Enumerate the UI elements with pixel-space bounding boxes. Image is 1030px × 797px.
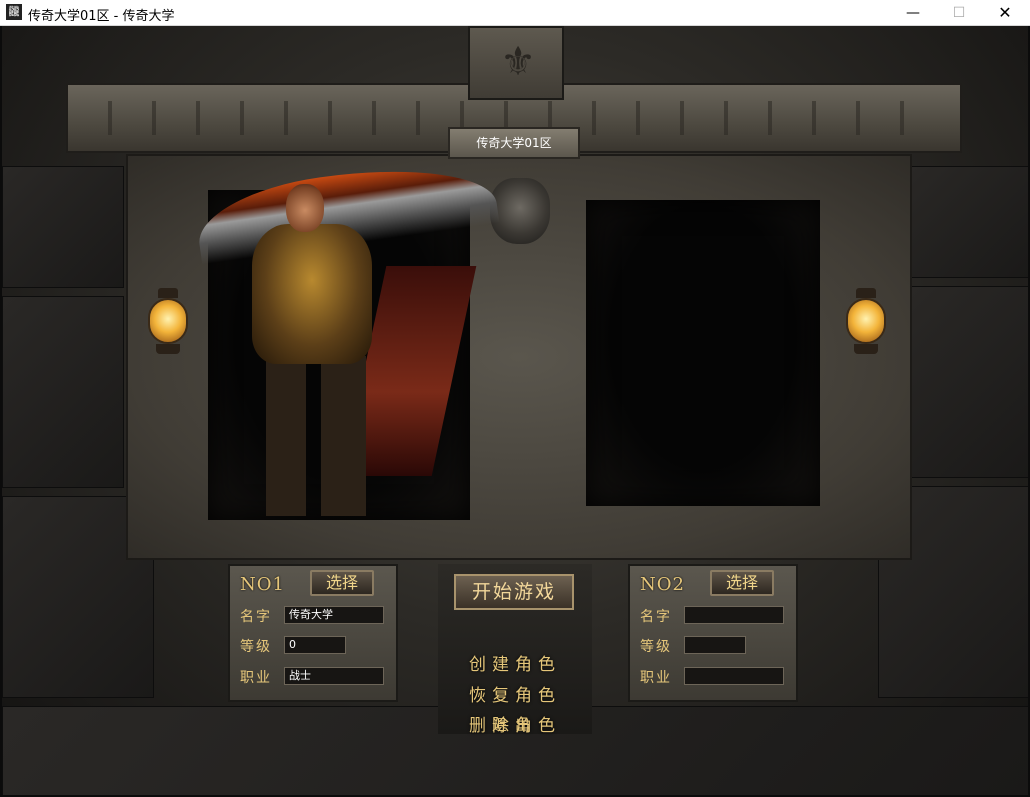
fleur-de-lis-icon: ⚜ — [500, 39, 536, 85]
stone-block — [908, 166, 1028, 278]
create-role-button[interactable]: 创建角色 — [438, 650, 592, 675]
character-head — [286, 184, 324, 232]
slot-2-select-button[interactable]: 选择 — [710, 570, 774, 596]
restore-role-button[interactable]: 恢复角色 — [438, 681, 592, 706]
slot-1-class-value: 战士 — [284, 667, 384, 685]
character-legs — [266, 356, 366, 516]
slot-2-name-label: 名字 — [640, 609, 672, 625]
slot-1-class-label: 职业 — [240, 670, 272, 686]
slot-2-panel: NO2 选择 名字 等级 职业 — [628, 564, 798, 702]
app-icon: 龖 — [6, 4, 22, 20]
character-armor — [252, 224, 372, 364]
main-menu: 开始游戏 创建角色 恢复角色 删除角色 — [438, 564, 592, 736]
window-titlebar: 龖 传奇大学01区 - 传奇大学 — ☐ ✕ — [0, 0, 1030, 26]
stone-block — [908, 286, 1028, 478]
keystone: ⚜ — [468, 26, 564, 100]
slot-1-name-value: 传奇大学 — [284, 606, 384, 624]
slot-2-class-value — [684, 667, 784, 685]
slot-1-level-value: 0 — [284, 636, 346, 654]
minimize-button[interactable]: — — [890, 0, 936, 26]
server-name-plate: 传奇大学01区 — [448, 127, 580, 159]
exit-button[interactable]: 退出 — [438, 714, 592, 735]
maximize-button[interactable]: ☐ — [936, 0, 982, 26]
lantern-icon — [146, 288, 190, 358]
character-select-screen: ⚜ 传奇大学01区 NO1 选择 名字 传奇大学 等级 0 职业 战士 开始游戏… — [2, 26, 1028, 795]
character-alcove-2[interactable] — [586, 200, 820, 506]
slot-1-level-label: 等级 — [240, 639, 272, 655]
close-button[interactable]: ✕ — [982, 0, 1028, 26]
lion-head-ornament — [490, 178, 550, 244]
slot-2-class-label: 职业 — [640, 670, 672, 686]
slot-1-panel: NO1 选择 名字 传奇大学 等级 0 职业 战士 — [228, 564, 398, 702]
slot-2-name-value — [684, 606, 784, 624]
window-title: 传奇大学01区 - 传奇大学 — [28, 9, 175, 24]
slot-2-level-value — [684, 636, 746, 654]
stone-block — [2, 296, 124, 488]
slot-1-name-label: 名字 — [240, 609, 272, 625]
start-game-button[interactable]: 开始游戏 — [454, 574, 574, 610]
slot-2-number: NO2 — [640, 574, 685, 595]
warrior-character[interactable] — [188, 153, 500, 516]
stone-block — [2, 166, 124, 288]
slot-1-number: NO1 — [240, 574, 285, 595]
slot-2-level-label: 等级 — [640, 639, 672, 655]
slot-1-select-button[interactable]: 选择 — [310, 570, 374, 596]
lantern-icon — [844, 288, 888, 358]
